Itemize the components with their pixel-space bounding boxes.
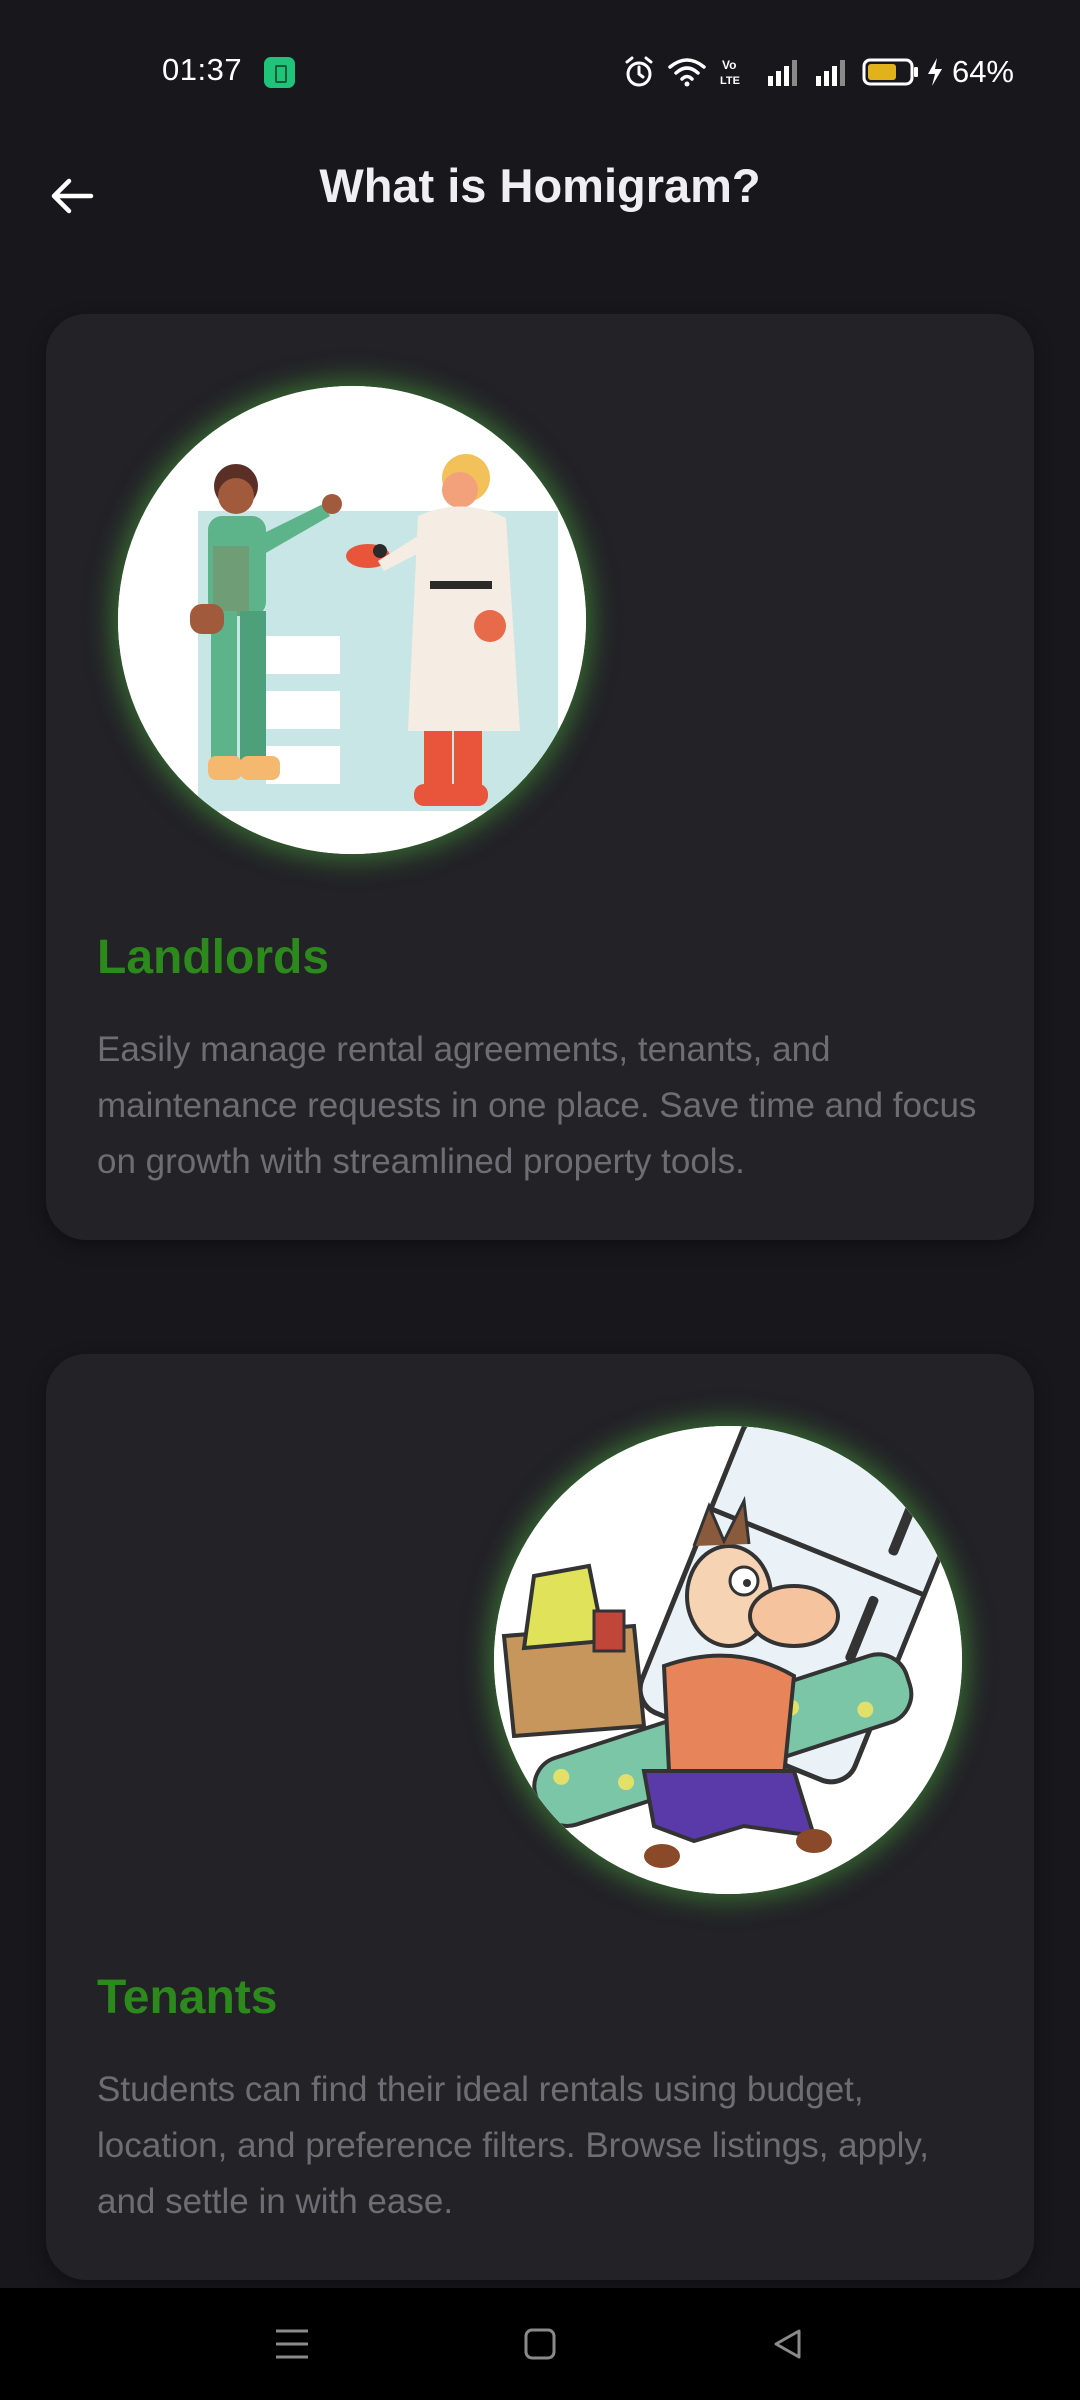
status-time: 01:37 <box>162 52 243 87</box>
recent-apps-button[interactable] <box>262 2318 322 2370</box>
alarm-icon <box>624 56 654 88</box>
battery-percent: 64% <box>951 54 1014 89</box>
tenant-illustration <box>494 1426 962 1894</box>
volte-icon: Vo LTE <box>720 57 752 87</box>
card-title-landlords: Landlords <box>97 931 330 984</box>
svg-text:LTE: LTE <box>720 75 740 87</box>
app-header: What is Homigram? <box>0 140 1080 240</box>
card-description-landlords: Easily manage rental agreements, tenants… <box>97 1030 977 1181</box>
signal-icon <box>814 58 848 86</box>
svg-text:Vo: Vo <box>722 58 736 72</box>
tenants-card: Tenants Students can find their ideal re… <box>46 1354 1034 2280</box>
app-notification-icon <box>264 57 295 88</box>
card-description-tenants: Students can find their ideal rentals us… <box>97 2070 929 2221</box>
home-button[interactable] <box>510 2318 570 2370</box>
wifi-icon <box>668 57 706 87</box>
status-bar: 01:37 Vo LTE 64% <box>0 0 1080 140</box>
page-title: What is Homigram? <box>319 159 761 212</box>
signal-icon <box>766 58 800 86</box>
battery-icon <box>862 57 920 87</box>
system-nav-bar <box>0 2288 1080 2400</box>
back-triangle-icon <box>774 2329 801 2359</box>
card-title-tenants: Tenants <box>97 1971 278 2024</box>
landlords-card: Landlords Easily manage rental agreement… <box>46 314 1034 1240</box>
system-back-button[interactable] <box>758 2318 818 2370</box>
status-icons: Vo LTE 64% <box>610 50 1014 94</box>
charging-icon <box>926 57 944 87</box>
landlord-illustration <box>118 386 586 854</box>
home-icon <box>524 2328 556 2360</box>
menu-icon <box>276 2329 308 2359</box>
